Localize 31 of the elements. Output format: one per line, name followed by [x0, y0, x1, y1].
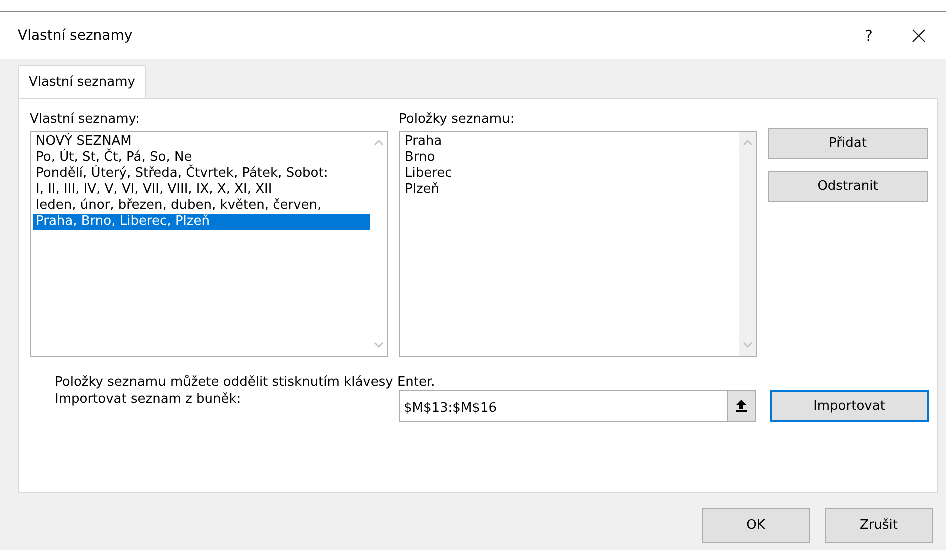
- upload-arrow-icon: [736, 400, 747, 412]
- scroll-up-icon[interactable]: [374, 140, 384, 146]
- range-input[interactable]: $M$13:$M$16: [399, 390, 727, 422]
- field-label: Vlastní seznamy:: [30, 111, 141, 129]
- scroll-down-icon[interactable]: [742, 342, 752, 348]
- import-button[interactable]: Importovat: [770, 390, 929, 422]
- dialog-button[interactable]: Zrušit: [825, 508, 933, 543]
- dialog-button[interactable]: OK: [702, 508, 810, 543]
- list-item[interactable]: leden, únor, březen, duben, květen, červen,: [33, 198, 370, 214]
- list-item[interactable]: Plzeň: [402, 182, 739, 198]
- hint-text: Položky seznamu můžete oddělit stisknutím klávesy Enter.: [55, 375, 436, 390]
- list-item[interactable]: Liberec: [402, 166, 739, 182]
- list-item[interactable]: Pondělí, Úterý, Středa, Čtvrtek, Pátek, Sobot:: [33, 166, 370, 182]
- tab[interactable]: Vlastní seznamy: [18, 65, 146, 98]
- list-item[interactable]: I, II, III, IV, V, VI, VII, VIII, IX, X, XI, XII: [33, 182, 370, 198]
- list-item[interactable]: Praha, Brno, Liberec, Plzeň: [33, 214, 370, 230]
- scroll-up-icon[interactable]: [742, 140, 752, 146]
- window-title: Vlastní seznamy: [18, 28, 134, 44]
- help-button[interactable]: ?: [854, 26, 884, 44]
- list-item[interactable]: NOVÝ SEZNAM: [33, 134, 370, 150]
- list-item[interactable]: Praha: [402, 134, 739, 150]
- list-item[interactable]: Brno: [402, 150, 739, 166]
- scroll-down-icon[interactable]: [374, 342, 384, 348]
- scrollbar[interactable]: [739, 132, 756, 356]
- field-label: Položky seznamu:: [399, 111, 516, 129]
- field-label: Importovat seznam z buněk:: [55, 391, 242, 407]
- close-icon[interactable]: [912, 28, 926, 42]
- side-button[interactable]: Přidat: [768, 128, 928, 159]
- side-button[interactable]: Odstranit: [768, 171, 928, 202]
- collapse-button[interactable]: [727, 390, 756, 422]
- list-item[interactable]: Po, Út, St, Čt, Pá, So, Ne: [33, 150, 370, 166]
